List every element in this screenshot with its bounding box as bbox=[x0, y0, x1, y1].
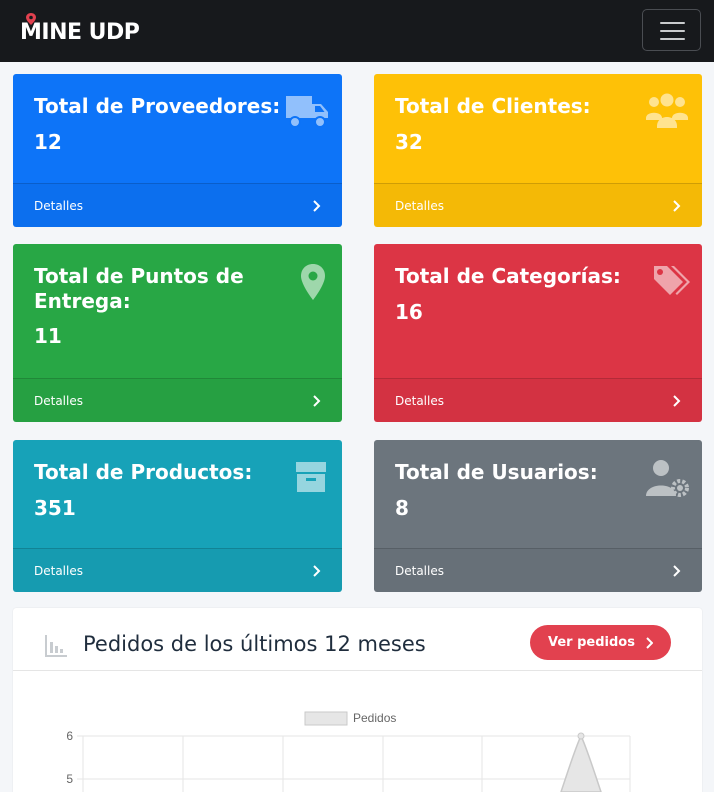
details-label: Detalles bbox=[34, 563, 83, 578]
card-title: Total de Categorías: bbox=[395, 264, 621, 288]
card-categorias: Total de Categorías: 16 Detalles bbox=[374, 244, 702, 422]
chevron-right-icon bbox=[313, 564, 321, 577]
tags-icon bbox=[654, 266, 690, 295]
series-area-pedidos bbox=[560, 734, 602, 792]
chevron-right-icon bbox=[673, 394, 681, 407]
chevron-right-icon bbox=[313, 394, 321, 407]
card-title-line: Entrega: bbox=[34, 289, 131, 313]
legend-swatch bbox=[304, 711, 348, 726]
brand-logo[interactable]: MINE UDP bbox=[20, 13, 140, 47]
card-title: Total de Puntos de Entrega: bbox=[34, 264, 244, 314]
card-details-link[interactable]: Detalles bbox=[13, 378, 342, 422]
card-proveedores: Total de Proveedores: 12 Detalles bbox=[13, 74, 342, 227]
top-navbar: MINE UDP bbox=[0, 0, 714, 62]
card-value: 32 bbox=[395, 130, 423, 154]
card-title: Total de Usuarios: bbox=[395, 460, 598, 484]
card-puntos-entrega: Total de Puntos de Entrega: 11 Detalles bbox=[13, 244, 342, 422]
chevron-right-icon bbox=[313, 199, 321, 212]
menu-toggle-button[interactable] bbox=[642, 9, 701, 51]
card-title-line: Total de Puntos de bbox=[34, 264, 244, 288]
chart-legend: Pedidos bbox=[304, 711, 396, 726]
card-productos: Total de Productos: 351 Detalles bbox=[13, 440, 342, 592]
card-details-link[interactable]: Detalles bbox=[13, 183, 342, 227]
chevron-right-icon bbox=[673, 564, 681, 577]
card-title: Total de Clientes: bbox=[395, 94, 591, 118]
orders-chart: Pedidos 65 bbox=[66, 711, 631, 792]
chevron-right-icon bbox=[673, 199, 681, 212]
card-details-link[interactable]: Detalles bbox=[374, 378, 702, 422]
card-usuarios: Total de Usuarios: 8 Detalles bbox=[374, 440, 702, 592]
card-details-link[interactable]: Detalles bbox=[13, 548, 342, 592]
card-value: 12 bbox=[34, 130, 62, 154]
orders-panel: Pedidos de los últimos 12 meses Ver pedi… bbox=[13, 608, 702, 792]
data-point[interactable] bbox=[577, 732, 585, 740]
box-icon bbox=[296, 462, 326, 492]
card-value: 11 bbox=[34, 324, 62, 348]
map-pin-icon bbox=[301, 264, 325, 300]
hamburger-icon bbox=[660, 22, 685, 24]
hamburger-icon bbox=[660, 30, 685, 32]
details-label: Detalles bbox=[34, 198, 83, 213]
details-label: Detalles bbox=[395, 563, 444, 578]
user-gear-icon bbox=[646, 460, 689, 497]
location-pin-icon bbox=[26, 13, 36, 25]
hamburger-icon bbox=[660, 38, 685, 40]
chart-y-ticks: 65 bbox=[66, 729, 73, 786]
details-label: Detalles bbox=[395, 198, 444, 213]
brand-name: MINE UDP bbox=[20, 19, 140, 45]
card-value: 16 bbox=[395, 300, 423, 324]
y-tick-label: 5 bbox=[66, 772, 73, 786]
card-details-link[interactable]: Detalles bbox=[374, 548, 702, 592]
chart-grid bbox=[77, 735, 631, 792]
users-icon bbox=[646, 93, 688, 128]
legend-label: Pedidos bbox=[353, 711, 396, 725]
details-label: Detalles bbox=[395, 393, 444, 408]
card-value: 8 bbox=[395, 496, 409, 520]
chart-area bbox=[560, 732, 602, 792]
card-clientes: Total de Clientes: 32 Detalles bbox=[374, 74, 702, 227]
card-details-link[interactable]: Detalles bbox=[374, 183, 702, 227]
truck-icon bbox=[286, 96, 328, 128]
card-value: 351 bbox=[34, 496, 76, 520]
y-tick-label: 6 bbox=[66, 729, 73, 743]
card-title: Total de Proveedores: bbox=[34, 94, 281, 118]
card-title: Total de Productos: bbox=[34, 460, 253, 484]
details-label: Detalles bbox=[34, 393, 83, 408]
